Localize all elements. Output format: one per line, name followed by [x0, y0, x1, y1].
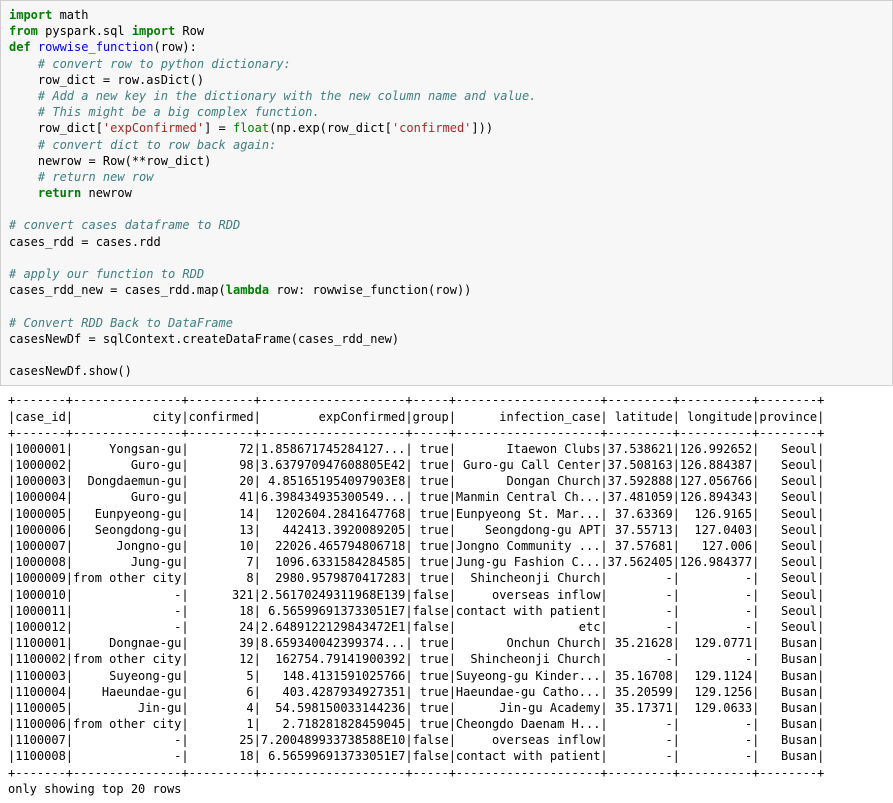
class-row: Row [175, 24, 204, 38]
code-line: casesNewDf.show() [9, 364, 132, 378]
comment: # convert dict to row back again: [38, 138, 276, 152]
string-literal: 'expConfirmed' [103, 121, 204, 135]
builtin-float: float [233, 121, 269, 135]
operator-star: ** [132, 154, 146, 168]
module-math: math [52, 8, 88, 22]
comment: # Convert RDD Back to DataFrame [9, 316, 233, 330]
string-literal: 'confirmed' [392, 121, 471, 135]
function-args: (row): [154, 40, 197, 54]
comment: # return new row [38, 170, 154, 184]
code-cell: import math from pyspark.sql import Row … [0, 0, 893, 386]
keyword-def: def [9, 40, 31, 54]
function-name: rowwise_function [31, 40, 154, 54]
code-line: cases_rdd = cases.rdd [9, 235, 161, 249]
comment: # Add a new key in the dictionary with t… [38, 89, 537, 103]
code-line: row_dict[ [9, 121, 103, 135]
output-cell: +-------+---------------+---------+-----… [0, 386, 893, 803]
code-line: row_dict = row.asDict() [9, 73, 204, 87]
code-line: (np.exp(row_dict[ [269, 121, 392, 135]
keyword-import: import [9, 8, 52, 22]
keyword-import: import [132, 24, 175, 38]
comment: # convert row to python dictionary: [38, 57, 291, 71]
code-line: ])) [471, 121, 493, 135]
code-line: ] = [204, 121, 233, 135]
return-value: newrow [81, 186, 132, 200]
code-line: newrow = Row( [9, 154, 132, 168]
code-line: casesNewDf = sqlContext.createDataFrame(… [9, 332, 399, 346]
code-line: row_dict) [146, 154, 211, 168]
module-pyspark: pyspark.sql [38, 24, 132, 38]
comment: # apply our function to RDD [9, 267, 204, 281]
keyword-return: return [38, 186, 81, 200]
code-line: row: rowwise_function(row)) [269, 283, 471, 297]
comment: # This might be a big complex function. [38, 105, 320, 119]
keyword-from: from [9, 24, 38, 38]
keyword-lambda: lambda [226, 283, 269, 297]
comment: # convert cases dataframe to RDD [9, 218, 240, 232]
code-line: cases_rdd_new = cases_rdd.map( [9, 283, 226, 297]
